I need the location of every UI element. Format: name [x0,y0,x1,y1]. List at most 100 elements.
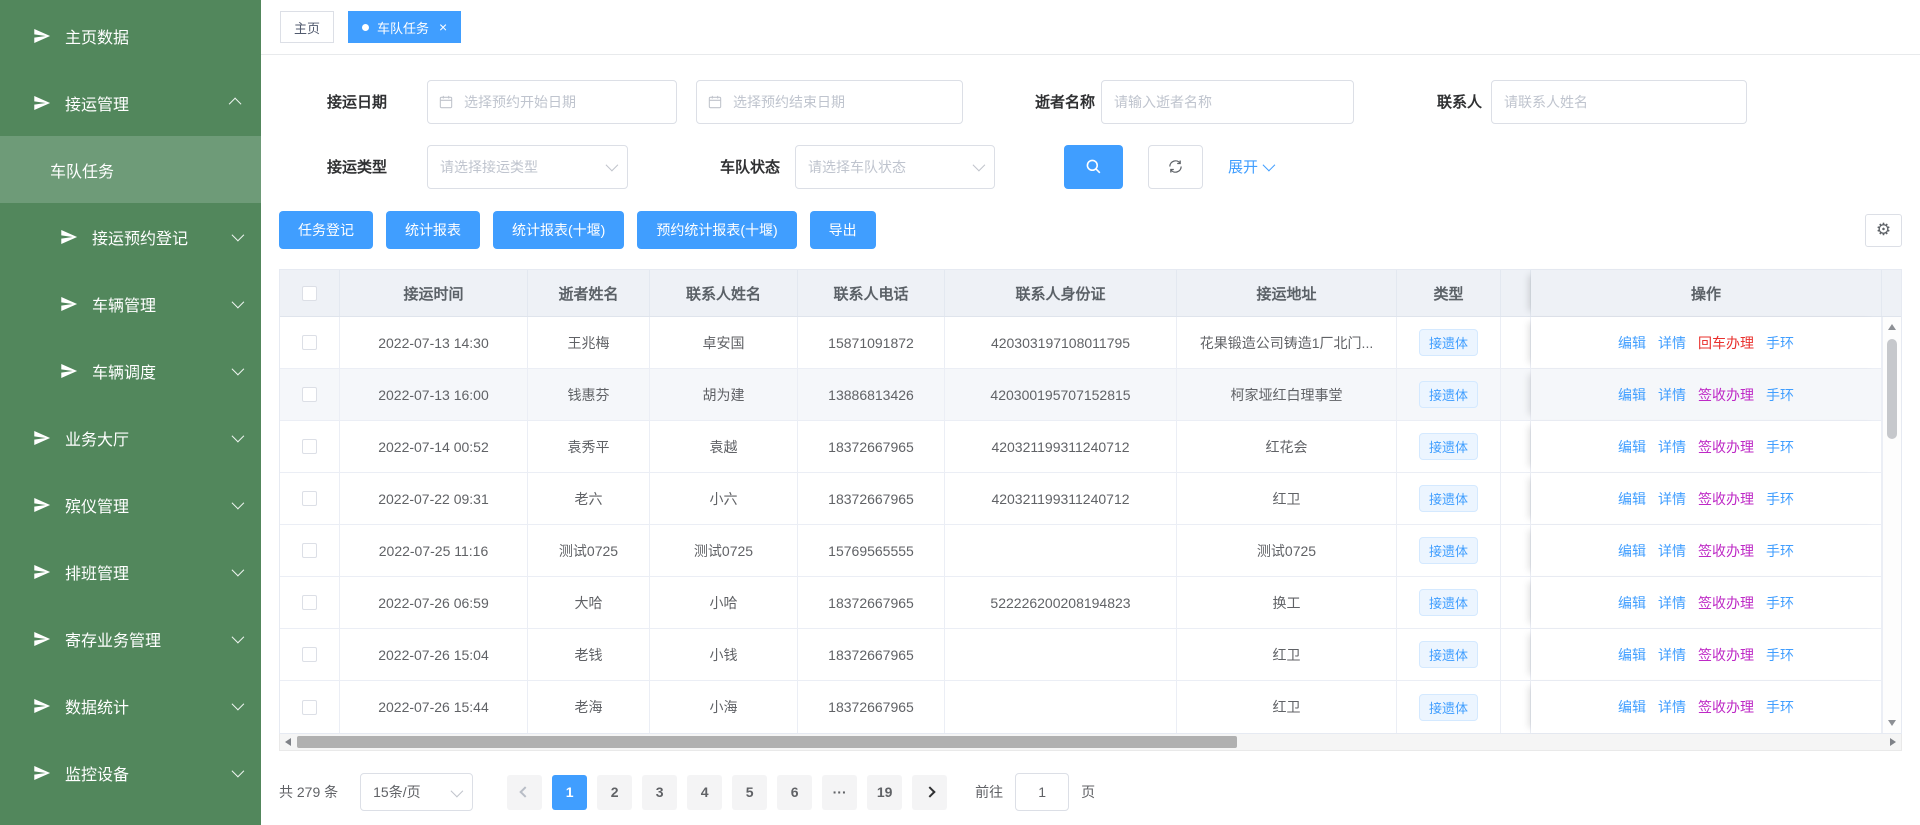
action-link[interactable]: 签收办理 [1698,385,1754,405]
header-gutter [1882,270,1901,316]
page-button[interactable]: 6 [777,775,812,810]
row-checkbox[interactable] [302,543,317,558]
scroll-down-icon[interactable] [1888,720,1896,726]
action-link[interactable]: 手环 [1766,489,1794,509]
action-link[interactable]: 详情 [1658,385,1686,405]
sidebar-item[interactable]: 数据统计 [0,672,261,739]
cell-address: 红花会 [1177,421,1397,472]
date-end-input[interactable] [696,80,963,124]
toolbar-button[interactable]: 统计报表(十堰) [493,211,624,249]
expand-link[interactable]: 展开 [1228,156,1272,177]
action-link[interactable]: 详情 [1658,593,1686,613]
row-checkbox[interactable] [302,387,317,402]
page-size-select[interactable]: 15条/页 [360,773,473,811]
row-select-cell [280,525,340,576]
select-all-checkbox[interactable] [302,286,317,301]
action-link[interactable]: 签收办理 [1698,437,1754,457]
page-button[interactable]: 5 [732,775,767,810]
cell-contact: 袁越 [650,421,798,472]
action-link[interactable]: 编辑 [1618,645,1646,665]
sidebar-item[interactable]: 车辆管理 [0,270,261,337]
row-checkbox[interactable] [302,335,317,350]
action-link[interactable]: 签收办理 [1698,697,1754,717]
action-link[interactable]: 手环 [1766,385,1794,405]
page-button[interactable]: 3 [642,775,677,810]
cell-address: 花果锻造公司铸造1厂北门... [1177,317,1397,368]
page-button[interactable]: 2 [597,775,632,810]
paper-plane-icon [33,629,52,648]
sidebar-item-label: 接运预约登记 [92,225,224,249]
tab-home[interactable]: 主页 [280,11,334,43]
fleet-status-select[interactable]: 请选择车队状态 [795,145,995,189]
row-select-cell [280,681,340,733]
sidebar-item-active[interactable]: 车队任务 [0,136,261,203]
refresh-button[interactable] [1148,145,1203,189]
toolbar-button[interactable]: 任务登记 [279,211,373,249]
vertical-scrollbar[interactable] [1882,317,1901,733]
action-link[interactable]: 编辑 [1618,489,1646,509]
tab-active[interactable]: 车队任务× [348,11,461,43]
action-link[interactable]: 手环 [1766,437,1794,457]
action-link[interactable]: 详情 [1658,541,1686,561]
action-link[interactable]: 编辑 [1618,697,1646,717]
scroll-left-icon[interactable] [285,738,291,746]
search-button[interactable] [1064,145,1123,189]
horizontal-scrollbar[interactable] [279,734,1902,751]
action-link[interactable]: 编辑 [1618,437,1646,457]
cell-actions: 编辑详情签收办理手环 [1531,577,1882,628]
sidebar-item[interactable]: 寄存业务管理 [0,605,261,672]
close-icon[interactable]: × [439,20,447,34]
action-link[interactable]: 详情 [1658,697,1686,717]
sidebar-item[interactable]: 接运预约登记 [0,203,261,270]
action-link[interactable]: 编辑 [1618,385,1646,405]
action-link[interactable]: 手环 [1766,645,1794,665]
action-link[interactable]: 手环 [1766,697,1794,717]
next-page-button[interactable] [912,775,947,810]
action-link[interactable]: 手环 [1766,541,1794,561]
page-button[interactable]: 4 [687,775,722,810]
settings-button[interactable]: ⚙ [1865,214,1902,247]
contact-name-input[interactable] [1491,80,1747,124]
scroll-right-icon[interactable] [1890,738,1896,746]
sidebar-item[interactable]: 业务大厅 [0,404,261,471]
goto-page-input[interactable] [1015,773,1069,811]
action-link[interactable]: 回车办理 [1698,333,1754,353]
row-checkbox[interactable] [302,595,317,610]
prev-page-button[interactable] [507,775,542,810]
page-button[interactable]: 1 [552,775,587,810]
sidebar-item[interactable]: 车辆调度 [0,337,261,404]
deceased-name-input[interactable] [1101,80,1354,124]
row-checkbox[interactable] [302,647,317,662]
toolbar-button[interactable]: 统计报表 [386,211,480,249]
sidebar-item[interactable]: 监控设备 [0,739,261,806]
action-link[interactable]: 签收办理 [1698,593,1754,613]
transport-type-select[interactable]: 请选择接运类型 [427,145,628,189]
action-link[interactable]: 手环 [1766,593,1794,613]
sidebar-item[interactable]: 排班管理 [0,538,261,605]
action-link[interactable]: 编辑 [1618,593,1646,613]
row-checkbox[interactable] [302,491,317,506]
vertical-scroll-thumb[interactable] [1887,339,1897,439]
toolbar-button[interactable]: 导出 [810,211,876,249]
horizontal-scroll-thumb[interactable] [297,736,1237,748]
action-link[interactable]: 签收办理 [1698,645,1754,665]
page-more-button[interactable]: ··· [822,775,857,810]
sidebar-item[interactable]: 接运管理 [0,69,261,136]
action-link[interactable]: 详情 [1658,489,1686,509]
date-start-input[interactable] [427,80,677,124]
action-link[interactable]: 签收办理 [1698,541,1754,561]
sidebar-item[interactable]: 殡仪管理 [0,471,261,538]
action-link[interactable]: 编辑 [1618,541,1646,561]
toolbar-button[interactable]: 预约统计报表(十堰) [637,211,796,249]
row-checkbox[interactable] [302,439,317,454]
page-button[interactable]: 19 [867,775,902,810]
action-link[interactable]: 详情 [1658,333,1686,353]
action-link[interactable]: 手环 [1766,333,1794,353]
action-link[interactable]: 签收办理 [1698,489,1754,509]
action-link[interactable]: 详情 [1658,437,1686,457]
action-link[interactable]: 详情 [1658,645,1686,665]
scroll-up-icon[interactable] [1888,324,1896,330]
sidebar-item[interactable]: 主页数据 [0,2,261,69]
row-checkbox[interactable] [302,700,317,715]
action-link[interactable]: 编辑 [1618,333,1646,353]
